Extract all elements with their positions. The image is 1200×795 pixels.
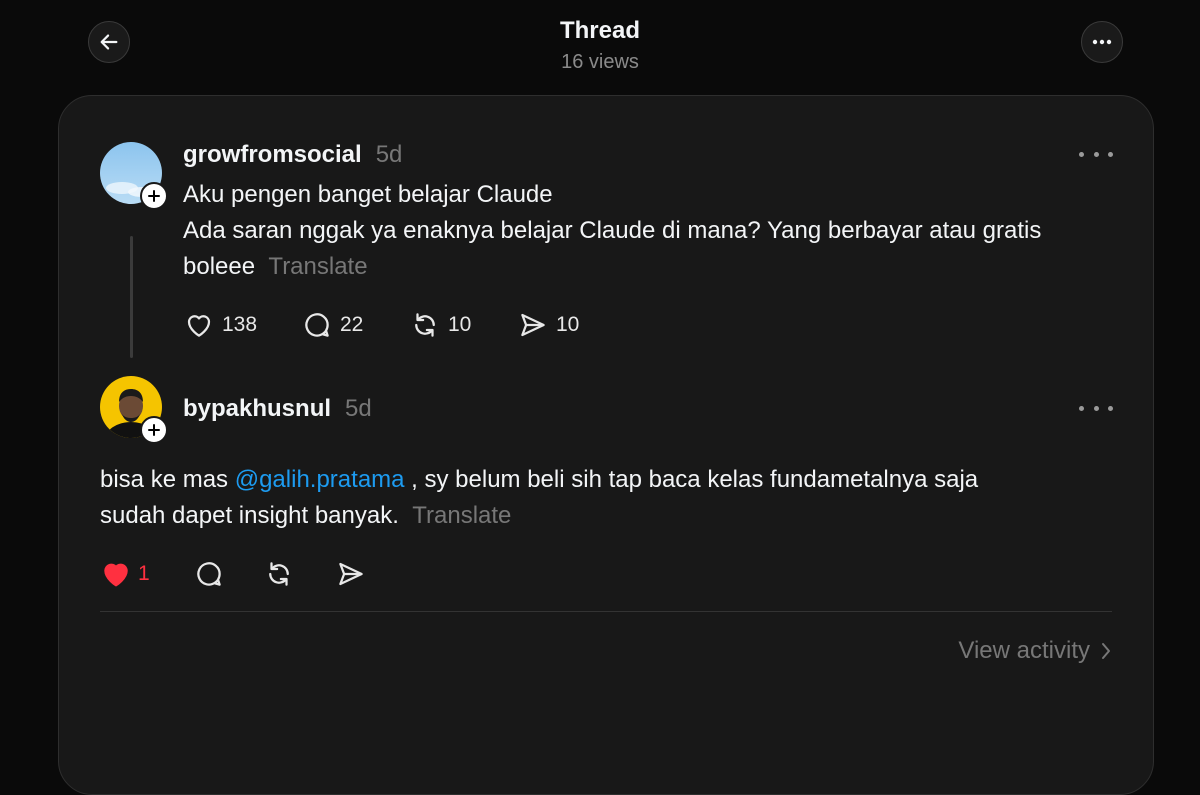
repost-icon <box>269 562 289 586</box>
post-line-1: Aku pengen banget belajar Claude <box>183 181 553 208</box>
repost-icon <box>415 313 435 337</box>
repost-button[interactable] <box>264 559 336 589</box>
avatar-growfromsocial[interactable] <box>100 142 168 210</box>
reply-text-before: bisa ke mas <box>100 466 235 493</box>
plus-icon <box>148 190 160 202</box>
follow-plus-button[interactable] <box>140 182 168 210</box>
view-count: 16 views <box>561 51 639 73</box>
heart-icon <box>187 315 211 337</box>
like-count: 138 <box>222 313 258 336</box>
more-horizontal-icon <box>1092 39 1112 45</box>
avatar-bypakhusnul[interactable] <box>100 376 168 444</box>
heart-filled-icon <box>104 563 128 587</box>
reply-more-button[interactable] <box>1079 400 1113 416</box>
divider <box>100 611 1112 612</box>
reply-line-2-text: sudah dapet insight banyak. <box>100 502 399 529</box>
like-button[interactable]: 138 <box>184 310 302 340</box>
top-bar: Thread 16 views <box>0 0 1200 90</box>
post-body: Aku pengen banget belajar Claude Ada sar… <box>183 177 1041 285</box>
comment-icon <box>197 562 221 586</box>
reply-line-1: bisa ke mas @galih.pratama , sy belum be… <box>100 462 978 498</box>
thread-connector-line <box>130 236 133 358</box>
translate-link[interactable]: Translate <box>412 502 511 529</box>
reply-time: 5d <box>345 395 372 422</box>
username-text[interactable]: growfromsocial <box>183 141 362 168</box>
reply-username[interactable]: bypakhusnul 5d <box>183 395 372 423</box>
like-count: 1 <box>138 562 150 585</box>
dot <box>1108 405 1113 411</box>
comment-icon <box>305 313 329 337</box>
chevron-right-icon <box>1102 643 1110 659</box>
post-time: 5d <box>375 141 403 168</box>
like-button[interactable]: 1 <box>100 558 194 590</box>
send-icon <box>339 562 363 586</box>
send-icon <box>521 313 545 337</box>
share-button[interactable]: 10 <box>518 310 579 340</box>
dot <box>1079 151 1084 157</box>
post-username[interactable]: growfromsocial 5d <box>183 141 402 169</box>
reply-actions: 1 <box>100 558 366 590</box>
dot <box>1079 405 1084 411</box>
reply-text-after: , sy belum beli sih tap baca kelas funda… <box>404 466 979 493</box>
more-options-button[interactable] <box>1081 21 1123 63</box>
follow-plus-button[interactable] <box>140 416 168 444</box>
repost-count: 10 <box>448 313 472 336</box>
reply-body: bisa ke mas @galih.pratama , sy belum be… <box>100 462 978 534</box>
dot <box>1093 405 1099 411</box>
reply-line-2: sudah dapet insight banyak. Translate <box>100 498 978 534</box>
post-line-3-text: boleee <box>183 253 256 280</box>
username-text[interactable]: bypakhusnul <box>183 395 331 422</box>
share-button[interactable] <box>336 559 366 589</box>
comment-button[interactable] <box>194 559 264 589</box>
post-actions: 138 22 10 10 <box>184 310 579 340</box>
dot <box>1108 151 1113 157</box>
post-line-3: boleee Translate <box>183 249 1041 285</box>
header-title-group: Thread 16 views <box>0 16 1200 76</box>
repost-button[interactable]: 10 <box>410 310 518 340</box>
mention-link[interactable]: @galih.pratama <box>235 466 405 493</box>
comment-count: 22 <box>340 313 364 336</box>
page-title: Thread <box>559 17 640 44</box>
post-line-2: Ada saran nggak ya enaknya belajar Claud… <box>183 217 1042 244</box>
view-activity-link[interactable]: View activity <box>958 637 1112 665</box>
comment-button[interactable]: 22 <box>302 310 410 340</box>
view-activity-label[interactable]: View activity <box>958 637 1090 665</box>
share-count: 10 <box>556 313 580 336</box>
dot <box>1093 151 1099 157</box>
translate-link[interactable]: Translate <box>268 253 367 280</box>
post-more-button[interactable] <box>1079 146 1113 162</box>
plus-icon <box>148 424 160 436</box>
